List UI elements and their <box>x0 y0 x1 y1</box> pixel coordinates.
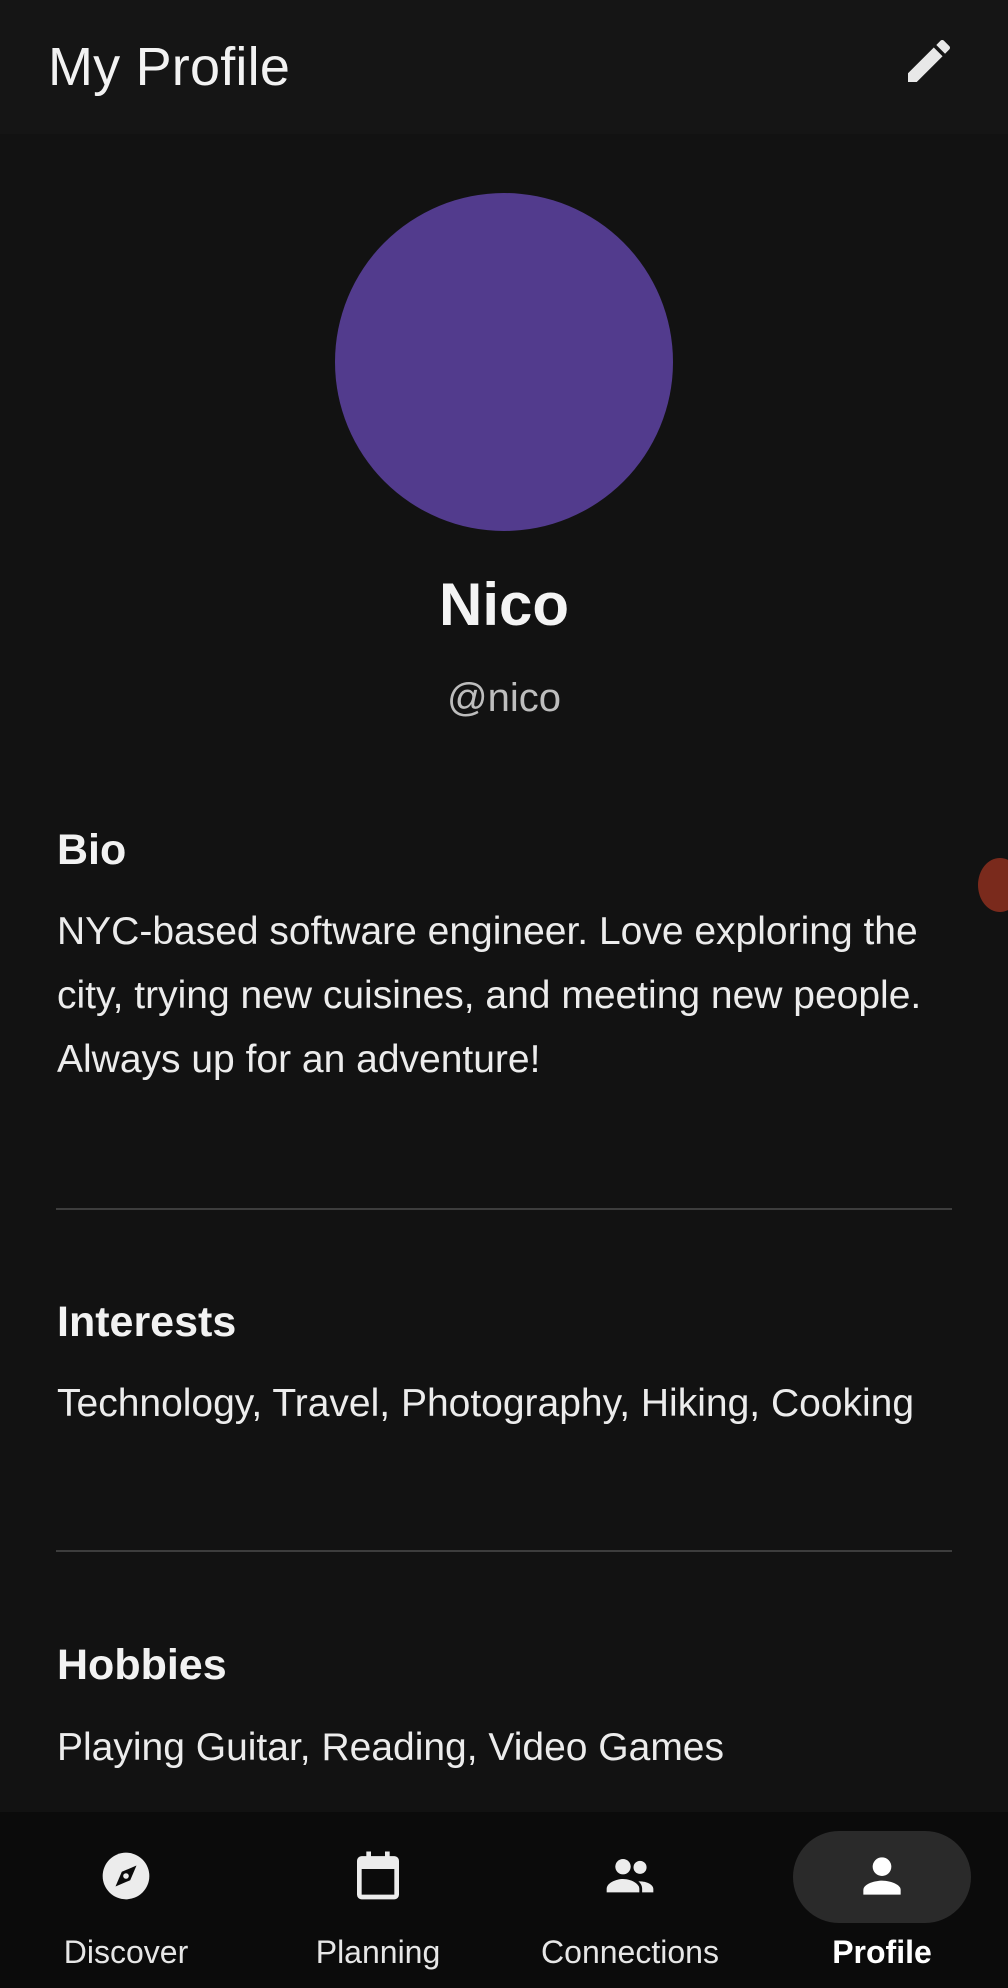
app-bar: My Profile <box>0 0 1008 134</box>
interests-text: Technology, Travel, Photography, Hiking,… <box>57 1382 915 1425</box>
nav-label-discover: Discover <box>63 1934 189 1970</box>
pencil-icon <box>901 33 957 94</box>
profile-screen: My Profile Nico @nico Bio NYC-based soft… <box>0 0 1008 1988</box>
compass-icon <box>98 1848 154 1904</box>
nav-label-profile: Profile <box>832 1934 932 1970</box>
nav-label-connections: Connections <box>541 1934 719 1970</box>
person-icon <box>854 1848 910 1904</box>
nav-label-planning: Planning <box>315 1934 441 1970</box>
nav-item-discover[interactable]: Discover <box>0 1812 252 1988</box>
hobbies-heading: Hobbies <box>57 1641 227 1689</box>
avatar <box>335 193 673 531</box>
nav-item-connections[interactable]: Connections <box>504 1812 756 1988</box>
profile-handle: @nico <box>447 676 561 720</box>
bio-heading: Bio <box>57 826 127 874</box>
nav-item-profile[interactable]: Profile <box>756 1812 1008 1988</box>
side-indicator <box>978 858 1008 912</box>
calendar-icon <box>350 1848 406 1904</box>
bottom-navigation: Discover Planning Connections Profile <box>0 1812 1008 1988</box>
page-title: My Profile <box>48 37 291 97</box>
bio-text: NYC-based software engineer. Love explor… <box>57 910 922 1081</box>
hobbies-text: Playing Guitar, Reading, Video Games <box>57 1726 724 1769</box>
profile-name: Nico <box>438 571 570 638</box>
people-icon <box>602 1848 658 1904</box>
interests-heading: Interests <box>57 1298 237 1346</box>
edit-profile-button[interactable] <box>894 28 964 98</box>
divider <box>56 1208 952 1210</box>
divider <box>56 1550 952 1552</box>
nav-item-planning[interactable]: Planning <box>252 1812 504 1988</box>
